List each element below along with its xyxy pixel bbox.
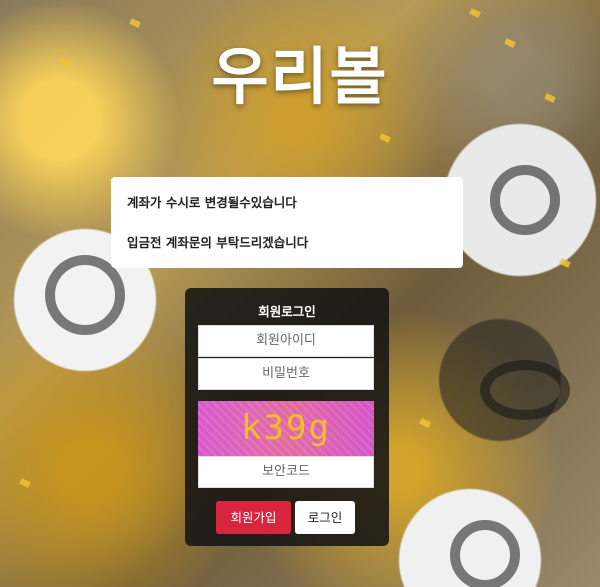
notice-box: 계좌가 수시로 변경될수있습니다 입금전 계좌문의 부탁드리겠습니다 [111, 177, 463, 268]
login-panel: 회원로그인 회원아이디 비밀번호 k39g 보안코드 회원가입 로그인 [185, 288, 389, 546]
password-input[interactable]: 비밀번호 [198, 358, 374, 390]
user-id-input[interactable]: 회원아이디 [198, 325, 374, 357]
confetti-decoration [379, 133, 391, 143]
site-logo: 우리볼 [211, 40, 389, 113]
confetti-decoration [469, 8, 481, 18]
captcha-input[interactable]: 보안코드 [198, 456, 374, 488]
captcha-image: k39g [198, 401, 374, 456]
lottery-ball-decoration [490, 165, 560, 235]
login-button[interactable]: 로그인 [295, 501, 355, 534]
join-button[interactable]: 회원가입 [216, 501, 291, 534]
captcha-text: k39g [241, 408, 331, 448]
lottery-ball-decoration [450, 520, 520, 587]
lottery-ball-decoration [480, 360, 570, 420]
confetti-decoration [419, 418, 431, 428]
notice-line-2: 입금전 계좌문의 부탁드리겠습니다 [127, 235, 309, 250]
confetti-decoration [19, 478, 31, 488]
login-title: 회원로그인 [258, 304, 316, 319]
confetti-decoration [559, 258, 571, 268]
notice-line-1: 계좌가 수시로 변경될수있습니다 [127, 195, 297, 210]
